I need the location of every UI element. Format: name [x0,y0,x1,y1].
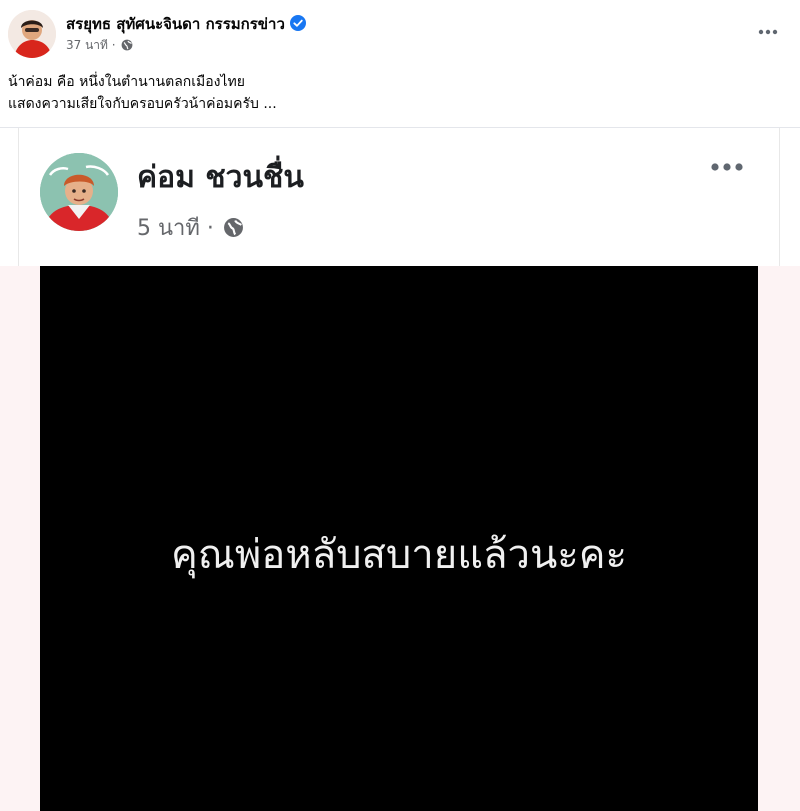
verified-badge-icon [289,15,306,35]
outer-post-meta: 37 นาที · [66,36,133,55]
meta-separator: · [111,38,116,52]
more-options-icon[interactable] [710,158,744,171]
outer-post-text-line: แสดงความเสียใจกับครอบครัวน้าค่อมครับ ... [8,96,277,112]
outer-author-avatar[interactable] [8,10,56,58]
shared-post-time[interactable]: 5 นาที [137,216,200,241]
outer-post-header: สรยุทธ สุทัศนะจินดา กรรมกรข่าว 37 นาที · [0,0,800,60]
outer-post-text: น้าค่อม คือ หนึ่งในตำนานตลกเมืองไทย แสดง… [8,71,277,115]
divider [0,127,800,128]
shared-author-name[interactable]: ค่อม ชวนชื่น [137,154,304,201]
more-options-icon[interactable] [758,22,778,35]
outer-author-name[interactable]: สรยุทธ สุทัศนะจินดา กรรมกรข่าว [66,12,306,36]
outer-post-time[interactable]: 37 นาที [66,38,108,52]
shared-post-image[interactable]: คุณพ่อหลับสบายแล้วนะคะ [40,266,758,811]
outer-author-name-text[interactable]: สรยุทธ สุทัศนะจินดา กรรมกรข่าว [66,15,285,33]
shared-avatar-image [40,153,118,231]
outer-avatar-image [8,10,56,58]
globe-icon[interactable] [223,217,244,244]
outer-post-text-line: น้าค่อม คือ หนึ่งในตำนานตลกเมืองไทย [8,74,245,90]
shared-post-meta: 5 นาที · [137,210,244,245]
meta-separator: · [206,216,214,241]
globe-icon[interactable] [121,39,133,54]
image-caption-text: คุณพ่อหลับสบายแล้วนะคะ [170,532,628,578]
shared-author-avatar[interactable] [40,153,118,231]
